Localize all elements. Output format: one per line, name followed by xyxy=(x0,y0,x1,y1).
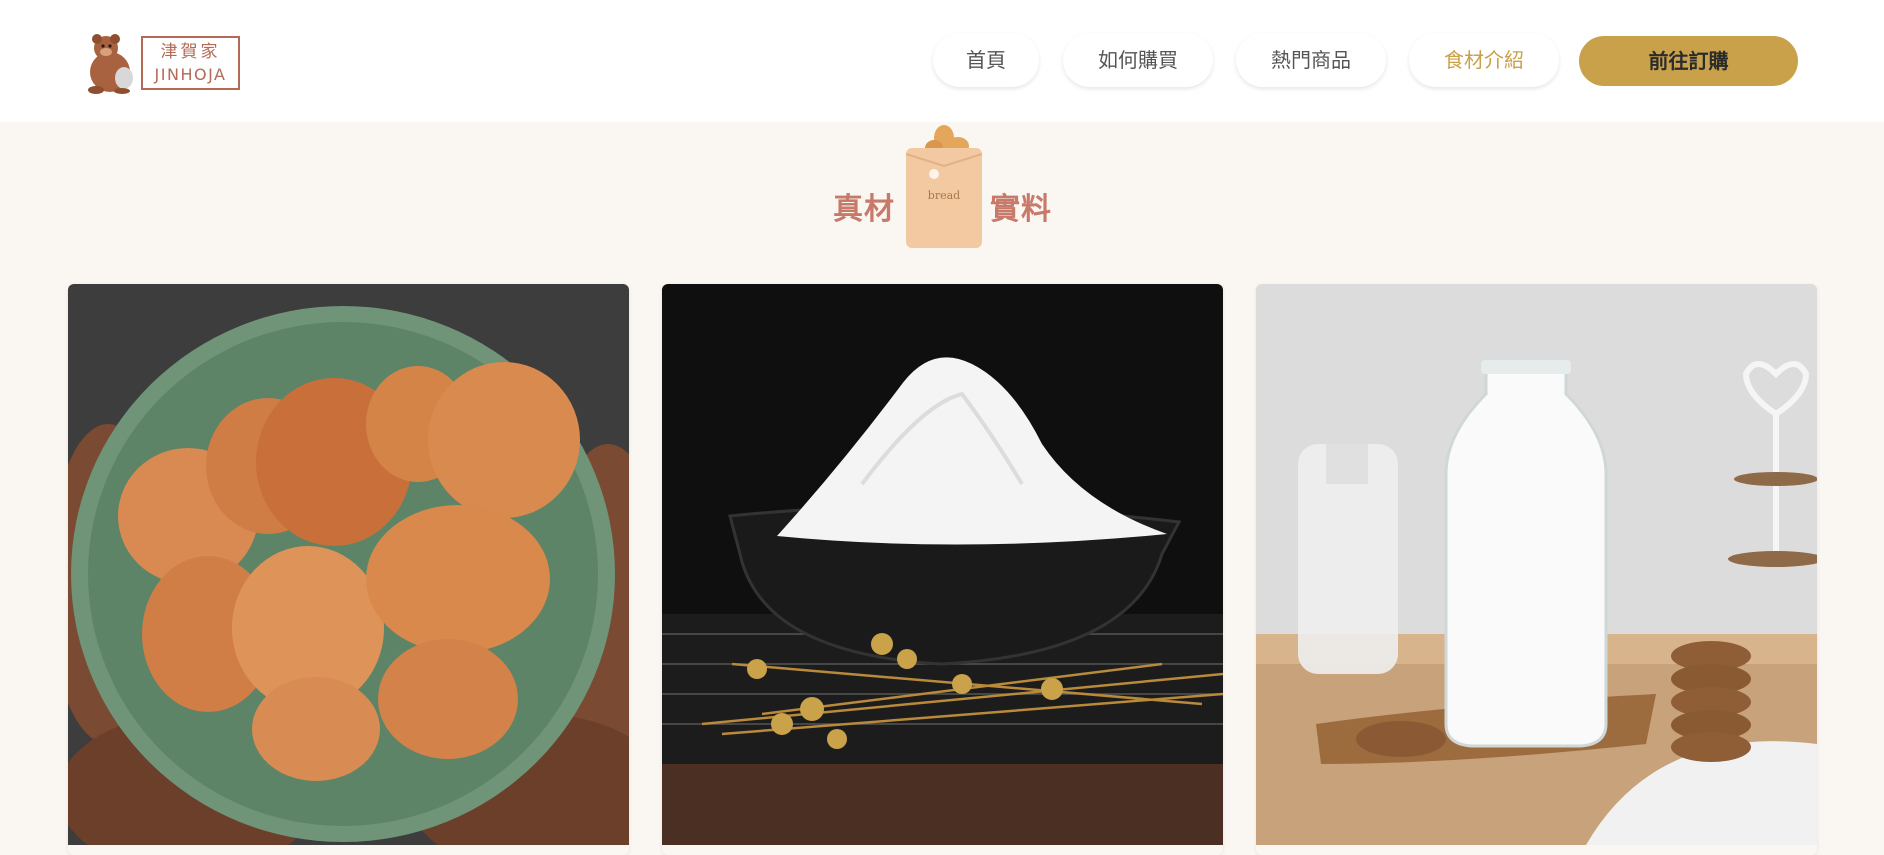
logo-chinese-name: 津賀家 xyxy=(160,42,221,62)
order-button[interactable]: 前往訂購 xyxy=(1579,36,1798,86)
ingredient-card-eggs[interactable] xyxy=(68,284,629,855)
bag-label: bread xyxy=(928,189,960,202)
section-title-left: 真材 xyxy=(833,192,895,227)
ingredient-card-milk[interactable] xyxy=(1256,284,1817,855)
flour-bowl-photo xyxy=(662,284,1223,845)
bear-icon xyxy=(88,34,133,94)
bread-bag-icon: bread xyxy=(905,125,983,248)
ingredient-card-flour[interactable] xyxy=(662,284,1223,855)
top-navigation-bar: 津賀家 JINHOJA 首頁 如何購買 熱門商品 食材介紹 前往訂購 xyxy=(0,0,1884,122)
brand-logo[interactable]: 津賀家 JINHOJA xyxy=(86,34,242,94)
logo-wordmark: 津賀家 JINHOJA xyxy=(141,36,240,90)
logo-english-name: JINHOJA xyxy=(154,65,227,84)
nav-home[interactable]: 首頁 xyxy=(933,33,1039,87)
nav-how-to-buy[interactable]: 如何購買 xyxy=(1063,33,1213,87)
nav-ingredients[interactable]: 食材介紹 xyxy=(1409,33,1559,87)
section-title: 真材 bread 實料 xyxy=(830,124,1060,250)
section-title-right: 實料 xyxy=(990,192,1052,227)
milk-bottle-photo xyxy=(1256,284,1817,845)
eggs-bowl-photo xyxy=(68,284,629,845)
nav-popular-products[interactable]: 熱門商品 xyxy=(1236,33,1386,87)
